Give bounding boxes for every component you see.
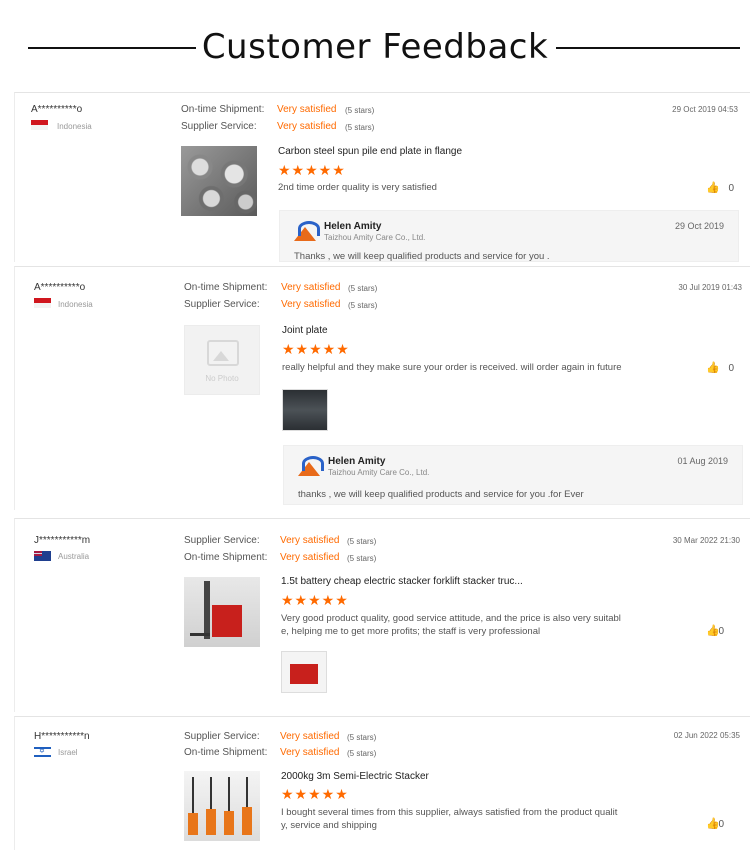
supplier-reply: Helen Amity Taizhou Amity Care Co., Ltd.… xyxy=(283,445,743,505)
rating-label: On-time Shipment: xyxy=(184,282,268,293)
product-image[interactable] xyxy=(181,146,257,216)
rating-label: Supplier Service: xyxy=(184,299,260,310)
product-image[interactable] xyxy=(184,771,260,841)
supplier-logo-icon xyxy=(294,221,320,243)
buyer-name: A**********o xyxy=(31,104,83,115)
buyer-country: Indonesia xyxy=(58,300,93,309)
thumbs-up-icon[interactable]: 👍 xyxy=(706,181,720,194)
review-card: A**********o Indonesia On-time Shipment:… xyxy=(14,92,750,262)
review-card: A**********o Indonesia On-time Shipment:… xyxy=(14,266,750,510)
forklift-body-shape xyxy=(212,605,242,637)
review-comment-line: y, service and shipping xyxy=(281,820,377,831)
flag-israel-icon xyxy=(34,747,51,757)
reply-text: Thanks , we will keep qualified products… xyxy=(294,251,550,262)
review-comment-line: e, helping me to get more profits; the s… xyxy=(281,626,541,637)
rating-label: Supplier Service: xyxy=(181,121,257,132)
rating-stars-text: (5 stars) xyxy=(347,749,377,758)
page-title: Customer Feedback xyxy=(0,27,750,67)
review-date: 29 Oct 2019 04:53 xyxy=(672,105,738,114)
review-card: H***********n Israel Supplier Service: V… xyxy=(14,716,750,850)
review-comment: really helpful and they make sure your o… xyxy=(282,362,622,373)
page-header: Customer Feedback xyxy=(0,0,750,90)
review-comment: 2nd time order quality is very satisfied xyxy=(278,182,437,193)
forklift-mast-shape xyxy=(204,581,210,639)
buyer-country: Australia xyxy=(58,552,90,561)
review-date: 02 Jun 2022 05:35 xyxy=(673,731,740,740)
star-rating: ★★★★★ xyxy=(282,341,350,357)
flag-indonesia-icon xyxy=(31,120,48,130)
reply-company: Taizhou Amity Care Co., Ltd. xyxy=(324,233,426,242)
rating-stars-text: (5 stars) xyxy=(345,106,375,115)
thumbs-up-icon[interactable]: 👍 xyxy=(706,361,720,374)
like-count: 0 xyxy=(718,626,724,637)
review-photo[interactable] xyxy=(281,651,327,693)
reply-date: 29 Oct 2019 xyxy=(674,221,724,231)
reply-text: thanks , we will keep qualified products… xyxy=(298,489,584,500)
rating-stars-text: (5 stars) xyxy=(348,301,378,310)
review-date: 30 Jul 2019 01:43 xyxy=(678,283,742,292)
supplier-reply: Helen Amity Taizhou Amity Care Co., Ltd.… xyxy=(279,210,739,262)
rating-value: Very satisfied xyxy=(277,121,337,132)
star-rating: ★★★★★ xyxy=(278,162,346,178)
product-title-link[interactable]: Carbon steel spun pile end plate in flan… xyxy=(278,146,462,157)
stacker-body-shape xyxy=(188,813,198,835)
buyer-country: Israel xyxy=(58,748,78,757)
rating-value: Very satisfied xyxy=(281,299,341,310)
rating-stars-text: (5 stars) xyxy=(347,537,377,546)
rating-value: Very satisfied xyxy=(280,747,340,758)
like-count: 0 xyxy=(718,819,724,830)
review-date: 30 Mar 2022 21:30 xyxy=(672,536,740,545)
product-title-link[interactable]: 1.5t battery cheap electric stacker fork… xyxy=(281,576,523,587)
like-count: 0 xyxy=(728,183,734,194)
rating-stars-text: (5 stars) xyxy=(347,733,377,742)
reply-company: Taizhou Amity Care Co., Ltd. xyxy=(328,468,430,477)
stacker-body-shape xyxy=(242,807,252,835)
rating-label: On-time Shipment: xyxy=(184,552,268,563)
rating-stars-text: (5 stars) xyxy=(345,123,375,132)
flag-indonesia-icon xyxy=(34,298,51,308)
star-rating: ★★★★★ xyxy=(281,786,349,802)
rating-stars-text: (5 stars) xyxy=(347,554,377,563)
buyer-name: H***********n xyxy=(34,731,90,742)
star-rating: ★★★★★ xyxy=(281,592,349,608)
stacker-body-shape xyxy=(224,811,234,835)
rating-stars-text: (5 stars) xyxy=(348,284,378,293)
product-title-link[interactable]: 2000kg 3m Semi-Electric Stacker xyxy=(281,771,429,782)
buyer-name: J***********m xyxy=(34,535,91,546)
product-title-link[interactable]: Joint plate xyxy=(282,325,328,336)
buyer-name: A**********o xyxy=(34,282,86,293)
review-photo[interactable] xyxy=(282,389,328,431)
rating-value: Very satisfied xyxy=(280,535,340,546)
no-photo-label: No Photo xyxy=(205,374,239,383)
like-count: 0 xyxy=(728,363,734,374)
reply-author: Helen Amity xyxy=(324,221,382,232)
rating-label: Supplier Service: xyxy=(184,731,260,742)
rating-value: Very satisfied xyxy=(281,282,341,293)
rating-value: Very satisfied xyxy=(280,731,340,742)
buyer-country: Indonesia xyxy=(57,122,92,131)
rating-value: Very satisfied xyxy=(277,104,337,115)
image-placeholder-icon xyxy=(207,340,239,366)
rating-label: On-time Shipment: xyxy=(181,104,265,115)
rating-label: Supplier Service: xyxy=(184,535,260,546)
rating-label: On-time Shipment: xyxy=(184,747,268,758)
stacker-body-shape xyxy=(206,809,216,835)
reply-date: 01 Aug 2019 xyxy=(677,456,728,466)
product-image-placeholder[interactable]: No Photo xyxy=(184,325,260,395)
product-image[interactable] xyxy=(184,577,260,647)
forklift-fork-shape xyxy=(190,633,210,636)
flag-australia-icon xyxy=(34,551,51,561)
rating-value: Very satisfied xyxy=(280,552,340,563)
supplier-logo-icon xyxy=(298,456,324,478)
reply-author: Helen Amity xyxy=(328,456,386,467)
review-card: J***********m Australia Supplier Service… xyxy=(14,518,750,712)
